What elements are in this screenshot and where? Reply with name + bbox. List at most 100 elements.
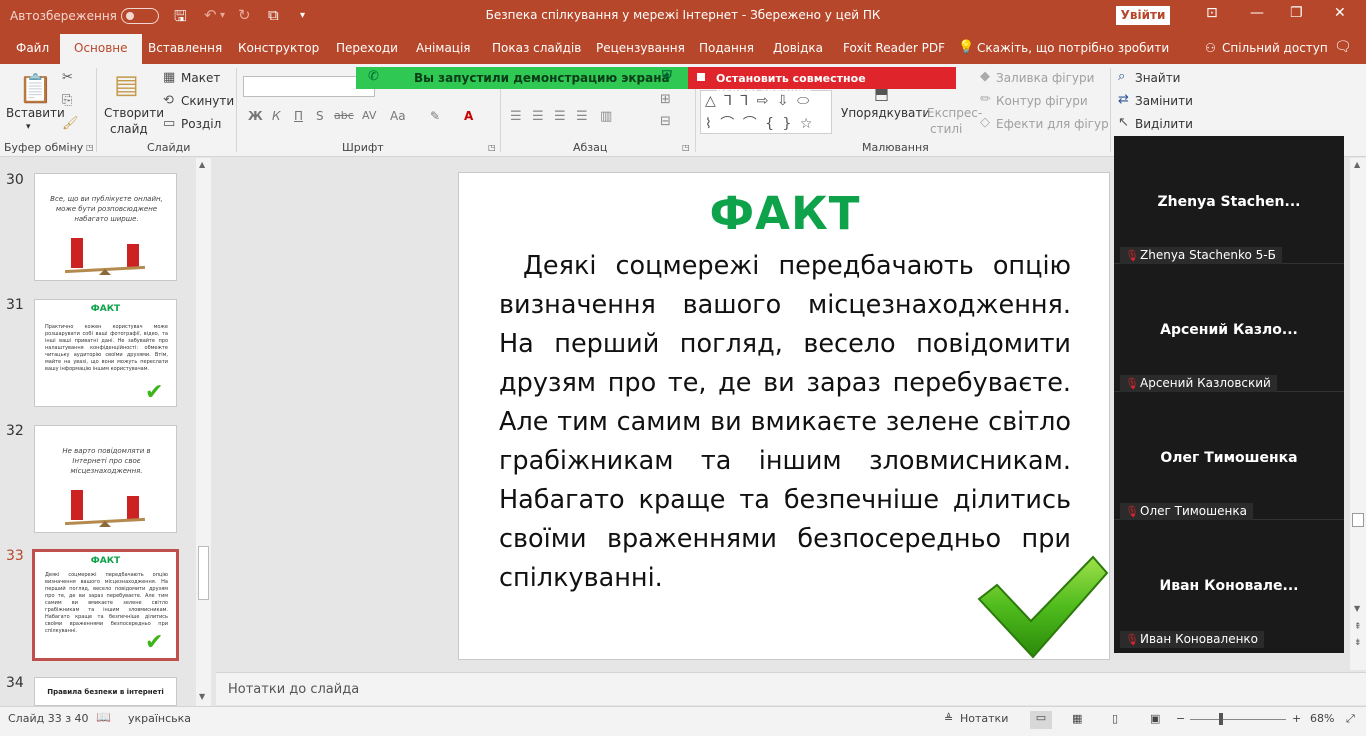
tab-home[interactable]: Основне — [60, 34, 142, 64]
highlight-icon[interactable]: ✎ — [430, 109, 440, 123]
slide-canvas[interactable]: ФАКТ Деякі соцмережі передбачають опцію … — [458, 172, 1110, 660]
new-slide-label2[interactable]: слайд — [110, 122, 148, 136]
font-color-icon[interactable]: A — [464, 109, 473, 123]
share-button[interactable]: Спільний доступ — [1222, 41, 1328, 55]
italic-button[interactable]: К — [272, 109, 281, 123]
tab-design[interactable]: Конструктор — [238, 41, 319, 55]
paste-button[interactable]: Вставити — [6, 106, 65, 120]
tab-review[interactable]: Рецензування — [596, 41, 685, 55]
select-button[interactable]: Виділити — [1135, 117, 1193, 131]
underline-button[interactable]: П — [294, 109, 303, 123]
zoom-slider[interactable] — [1190, 713, 1286, 725]
next-slide-icon[interactable]: ⇟ — [1354, 638, 1362, 648]
slide-sorter-icon[interactable]: ▦ — [1072, 712, 1082, 725]
reading-view-icon[interactable]: ▯ — [1112, 712, 1118, 725]
slide-thumbnail-34[interactable]: Правила безпеки в інтернеті — [34, 677, 177, 706]
tab-slideshow[interactable]: Показ слайдів — [492, 41, 581, 55]
quick-styles-label2[interactable]: стилі — [930, 122, 962, 136]
scrollbar-thumb[interactable] — [198, 546, 209, 600]
smartart-icon[interactable]: ⊟ — [660, 114, 671, 129]
notes-pane[interactable]: Нотатки до слайда — [216, 672, 1366, 705]
tab-help[interactable]: Довідка — [773, 41, 823, 55]
participant-tile[interactable]: Арсений Казло... 🎙 Арсений Казловский — [1114, 264, 1344, 392]
notes-toggle-button[interactable]: Нотатки — [960, 712, 1008, 725]
change-case-button[interactable]: Aa — [390, 109, 406, 123]
arrange-button[interactable]: Упорядкувати — [841, 106, 930, 120]
sign-in-button[interactable]: Увійти — [1116, 6, 1170, 25]
replace-button[interactable]: Замінити — [1135, 94, 1193, 108]
tab-insert[interactable]: Вставлення — [148, 41, 222, 55]
language-label[interactable]: українська — [128, 712, 191, 725]
new-slide-icon[interactable]: ▤ — [114, 70, 139, 100]
zoom-level[interactable]: 68% — [1310, 712, 1334, 725]
previous-slide-icon[interactable]: ⇞ — [1354, 622, 1362, 632]
copy-icon[interactable]: ⎘ — [62, 93, 72, 108]
shadow-icon[interactable]: S — [316, 109, 324, 123]
slideshow-view-icon[interactable]: ▣ — [1150, 712, 1160, 725]
participant-name-tag: 🎙 Иван Коноваленко — [1120, 631, 1265, 648]
quick-styles-button[interactable]: Експрес- — [927, 106, 982, 120]
tab-foxit[interactable]: Foxit Reader PDF — [843, 41, 945, 55]
normal-view-icon[interactable]: ▭ — [1030, 711, 1052, 729]
paragraph-launcher-icon[interactable]: ◳ — [682, 143, 690, 152]
cut-icon[interactable]: ✂ — [62, 70, 73, 85]
new-slide-button[interactable]: Створити — [104, 106, 164, 120]
tab-transitions[interactable]: Переходи — [336, 41, 398, 55]
char-spacing-button[interactable]: AV — [362, 109, 376, 122]
scroll-up-icon[interactable]: ▲ — [1354, 160, 1360, 169]
align-left-icon[interactable]: ☰ — [510, 109, 522, 124]
tab-file[interactable]: Файл — [16, 41, 49, 55]
section-button[interactable]: Розділ — [181, 117, 221, 131]
minimize-icon[interactable]: — — [1250, 5, 1264, 21]
shapes-row2-icon[interactable]: ⌇ ⌒ ⌒ { } ☆ — [705, 113, 814, 133]
close-icon[interactable]: ✕ — [1334, 5, 1346, 21]
tab-animations[interactable]: Анімація — [416, 41, 471, 55]
participant-tile[interactable]: Олег Тимошенка 🎙 Олег Тимошенка — [1114, 392, 1344, 520]
layout-button[interactable]: Макет — [181, 71, 220, 85]
thumbnails-scrollbar[interactable]: ▲ ▼ — [196, 158, 211, 706]
zoom-out-icon[interactable]: − — [1176, 712, 1185, 725]
clipboard-launcher-icon[interactable]: ◳ — [86, 143, 94, 152]
scroll-down-icon[interactable]: ▼ — [199, 692, 205, 701]
slide-counter: Слайд 33 з 40 — [8, 712, 89, 725]
participant-tile[interactable]: Иван Коновале... 🎙 Иван Коноваленко — [1114, 520, 1344, 648]
slide-title[interactable]: ФАКТ — [459, 187, 1111, 240]
justify-icon[interactable]: ☰ — [576, 109, 588, 124]
align-text-icon[interactable]: ⊞ — [660, 92, 671, 107]
slide-scrollbar[interactable]: ▲ ▼ ⇞ ⇟ — [1350, 158, 1366, 670]
comments-icon[interactable]: 🗨 — [1334, 39, 1352, 55]
reset-button[interactable]: Скинути — [181, 94, 234, 108]
slide-body[interactable]: Деякі соцмережі передбачають опцію визна… — [499, 247, 1071, 598]
zoom-in-icon[interactable]: + — [1292, 712, 1301, 725]
align-center-icon[interactable]: ☰ — [532, 109, 544, 124]
scroll-down-icon[interactable]: ▼ — [1354, 604, 1360, 613]
bold-button[interactable]: Ж — [248, 109, 263, 123]
find-button[interactable]: Знайти — [1135, 71, 1180, 85]
format-painter-icon[interactable]: 🖌 — [62, 116, 79, 131]
ribbon-display-icon[interactable]: ⊡ — [1206, 5, 1218, 21]
stop-sharing-button[interactable]: Остановить совместное использование — [688, 67, 956, 98]
tab-view[interactable]: Подання — [699, 41, 754, 55]
shape-outline-button[interactable]: Контур фігури — [996, 94, 1088, 108]
paste-dropdown-icon[interactable]: ▾ — [26, 122, 31, 132]
participant-tile[interactable]: Zhenya Stachen... 🎙 Zhenya Stachenko 5-Б — [1114, 136, 1344, 264]
slide-thumbnail-32[interactable]: Не варто повідомляти в Інтернеті про сво… — [34, 425, 177, 533]
slide-thumbnail-33[interactable]: ФАКТ Деякі соцмережі передбачають опцію … — [32, 549, 179, 661]
shape-fill-button[interactable]: Заливка фігури — [996, 71, 1094, 85]
font-launcher-icon[interactable]: ◳ — [488, 143, 496, 152]
spellcheck-icon[interactable]: 📖 — [96, 710, 111, 724]
align-right-icon[interactable]: ☰ — [554, 109, 566, 124]
scrollbar-thumb[interactable] — [1352, 513, 1364, 527]
columns-icon[interactable]: ▥ — [600, 109, 612, 124]
tell-me-search[interactable]: Скажіть, що потрібно зробити — [977, 41, 1169, 55]
shape-effects-button[interactable]: Ефекти для фігур — [996, 117, 1109, 131]
slide-thumbnail-31[interactable]: ФАКТ Практично кожен користувач може роз… — [34, 299, 177, 407]
notes-placeholder[interactable]: Нотатки до слайда — [228, 682, 359, 697]
paste-icon[interactable]: 📋 — [18, 72, 53, 105]
scroll-up-icon[interactable]: ▲ — [199, 160, 205, 169]
zoom-slider-thumb[interactable] — [1219, 713, 1223, 725]
restore-icon[interactable]: ❐ — [1290, 5, 1303, 21]
strike-button[interactable]: abc — [334, 109, 354, 122]
fit-to-window-icon[interactable]: ⤢ — [1346, 712, 1355, 726]
slide-thumbnail-30[interactable]: Все, що ви публікуєте онлайн, може бути … — [34, 173, 177, 281]
